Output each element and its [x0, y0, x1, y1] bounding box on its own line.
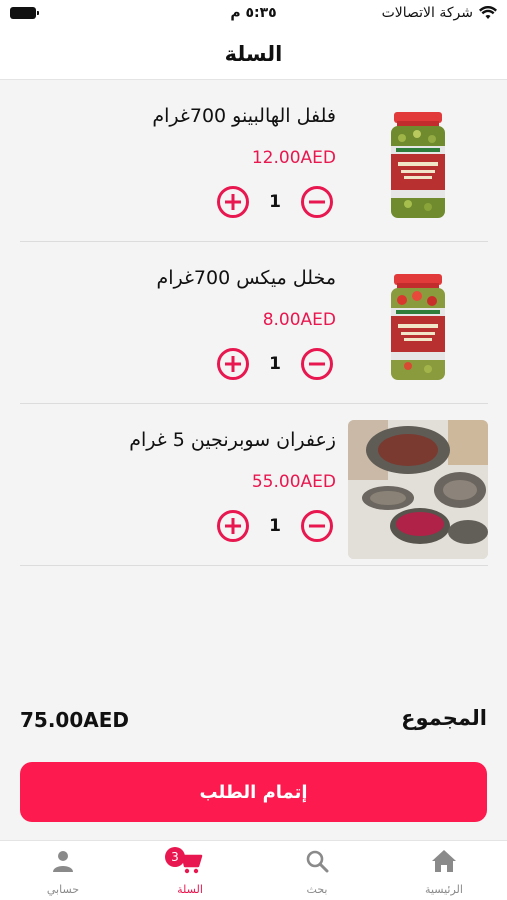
status-time: ٥:٣٥ م — [230, 5, 277, 21]
item-name: زعفران سوبرنجين 5 غرام — [129, 429, 336, 451]
item-price: 55.00AED — [251, 472, 336, 492]
wifi-icon — [479, 6, 497, 19]
cart-item: فلفل الهالبينو 700غرام 12.00AED 1 — [20, 80, 488, 242]
battery-icon — [10, 7, 39, 19]
status-carrier: شركة الاتصالات — [382, 5, 497, 21]
tab-label: الرئيسية — [425, 883, 463, 896]
cart-count-badge: 3 — [165, 847, 185, 867]
increase-quantity-button[interactable] — [217, 348, 249, 380]
home-icon — [432, 850, 456, 872]
item-price: 8.00AED — [262, 310, 336, 330]
product-image-mixed-pickle-jar[interactable] — [348, 258, 488, 397]
item-price: 12.00AED — [251, 148, 336, 168]
tab-search[interactable]: بحث — [254, 841, 380, 900]
quantity-value: 1 — [269, 192, 281, 212]
carrier-name: شركة الاتصالات — [381, 5, 473, 21]
header: السلة — [0, 28, 507, 80]
increase-quantity-button[interactable] — [217, 510, 249, 542]
search-icon — [306, 850, 329, 873]
decrease-quantity-button[interactable] — [301, 348, 333, 380]
user-icon — [53, 851, 73, 872]
cart-item: مخلل ميكس 700غرام 8.00AED 1 — [20, 242, 488, 404]
quantity-value: 1 — [269, 354, 281, 374]
tab-label: بحث — [306, 883, 328, 896]
tab-label: حسابي — [46, 883, 80, 896]
item-name: فلفل الهالبينو 700غرام — [152, 105, 336, 127]
product-image-saffron-tins[interactable] — [348, 420, 488, 559]
product-image-jalapeno-jar[interactable] — [348, 96, 488, 235]
page-title: السلة — [224, 41, 283, 66]
decrease-quantity-button[interactable] — [301, 186, 333, 218]
status-bar: شركة الاتصالات ٥:٣٥ م — [0, 0, 507, 28]
increase-quantity-button[interactable] — [217, 186, 249, 218]
item-name: مخلل ميكس 700غرام — [156, 267, 336, 289]
total-label: المجموع — [401, 706, 487, 730]
checkout-button[interactable]: إتمام الطلب — [20, 762, 487, 822]
tab-cart[interactable]: 3 السلة — [127, 841, 253, 900]
tab-account[interactable]: حسابي — [0, 841, 126, 900]
decrease-quantity-button[interactable] — [301, 510, 333, 542]
tab-home[interactable]: الرئيسية — [381, 841, 507, 900]
quantity-value: 1 — [269, 516, 281, 536]
total-value: 75.00AED — [20, 708, 130, 732]
cart-item: زعفران سوبرنجين 5 غرام 55.00AED 1 — [20, 404, 488, 566]
tab-label: السلة — [177, 883, 203, 896]
tab-bar: حسابي 3 السلة بحث الرئيسية — [0, 840, 507, 900]
